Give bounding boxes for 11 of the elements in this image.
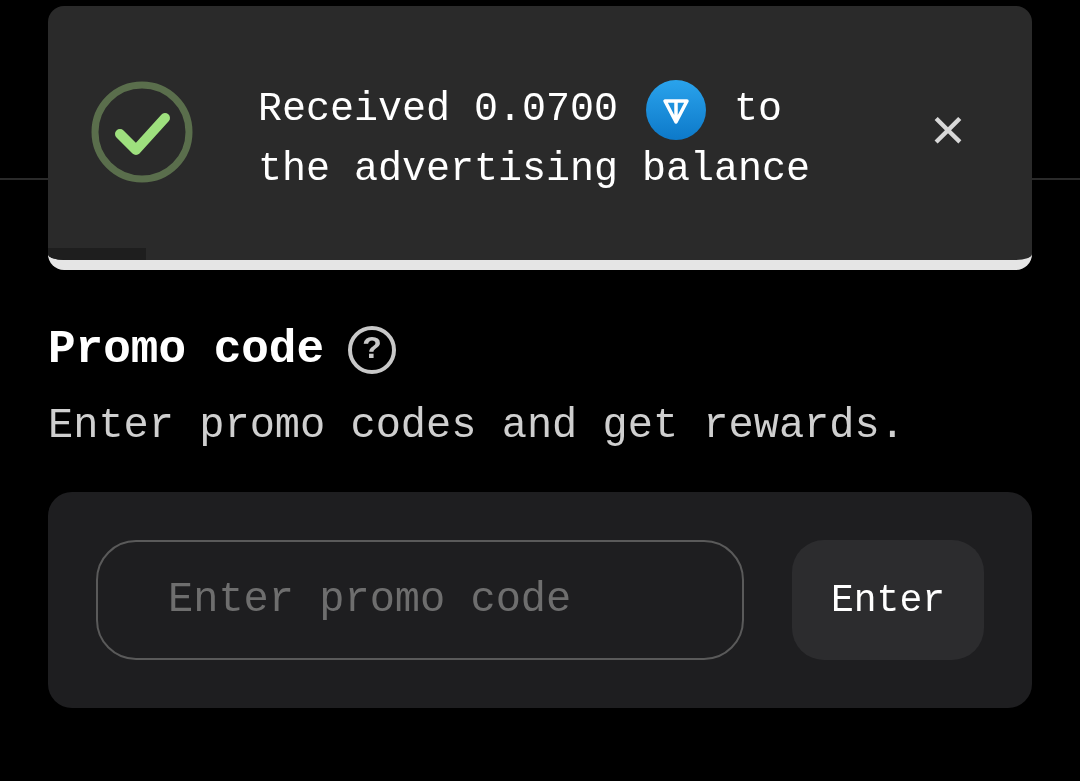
diamond-coin-icon [646,80,707,140]
section-description: Enter promo codes and get rewards. [48,401,906,452]
close-button[interactable]: × [930,104,966,164]
check-icon [90,80,194,184]
enter-button[interactable]: Enter [792,540,984,660]
help-icon[interactable]: ? [348,326,397,374]
promo-code-field[interactable]: Enter promo code [96,540,744,660]
toast-message: to [734,86,783,134]
section-title: Promo code [48,323,325,378]
toast-message: Received 0.0700 [258,86,619,134]
toast-message: the advertising balance [258,146,811,194]
